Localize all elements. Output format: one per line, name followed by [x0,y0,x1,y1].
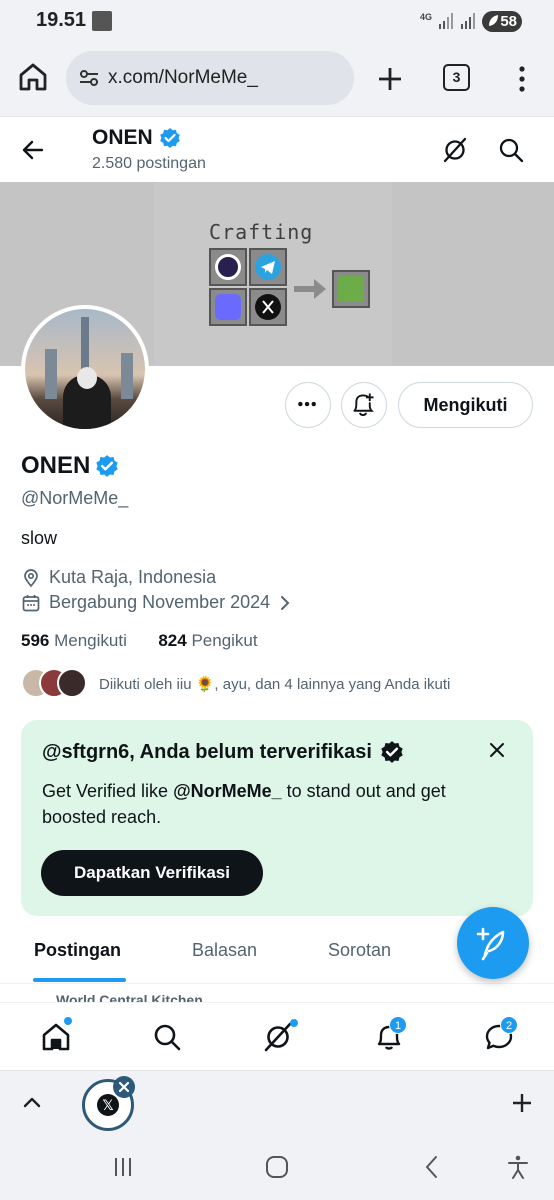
more-dots-icon [298,401,316,407]
verification-text-prefix: Get Verified like [42,781,174,801]
status-bar: 19.51 4G 58 [0,0,554,42]
battery-saver-icon [489,15,498,26]
header-name: ONEN [92,126,153,149]
chevron-right-icon [281,595,290,610]
following-button[interactable]: Mengikuti [398,382,533,428]
telegram-icon [255,254,281,280]
close-tab-button[interactable] [113,1076,135,1098]
grok-dot [290,1019,298,1027]
back-button-icon[interactable] [419,1154,445,1180]
compose-post-button[interactable] [457,907,529,979]
profile-bio: slow [21,528,58,548]
profile-handle: @NorMeMe_ [21,488,129,508]
add-tab-icon[interactable] [510,1091,534,1115]
verification-text-handle: @NorMeMe_ [173,781,282,801]
tab-replies[interactable]: Balasan [192,940,257,961]
following-link[interactable]: 596 Mengikuti [21,631,127,650]
followers-count: 824 [158,631,187,650]
active-tab-indicator [33,978,126,982]
bottom-navigation: 1 2 [0,1002,554,1070]
app-icon [215,294,241,320]
tab-highlights[interactable]: Sorotan [328,940,391,961]
crafting-arrow-icon [294,279,326,299]
address-bar[interactable]: x.com/NorMeMe_ [66,51,354,105]
network-type: 4G [420,12,433,22]
new-tab-icon[interactable] [375,64,405,94]
verification-title-text: @sftgrn6, Anda belum terverifikasi [42,740,372,763]
verified-badge-icon [96,455,119,477]
status-time: 19.51 [36,9,87,31]
profile-display-name: ONEN [21,452,91,479]
signal-icon [439,13,453,29]
signal-icon-2 [461,13,475,29]
chevron-up-icon[interactable] [22,1093,42,1113]
followers-label: Pengikut [191,631,258,650]
back-arrow-icon[interactable] [20,137,46,163]
avatar [57,668,87,698]
joined-text: Bergabung November 2024 [49,592,271,612]
home-unread-dot [64,1017,72,1025]
site-settings-icon[interactable] [78,69,100,87]
notification-icon [92,11,112,31]
followed-by-avatars[interactable] [21,668,87,698]
banner-crafting-title: Crafting [209,220,314,244]
crafting-slot [209,248,247,286]
purple-coin-icon [215,254,241,280]
location-pin-icon [24,568,38,587]
browser-tab-strip: 𝕏 [0,1070,554,1134]
url-text: x.com/NorMeMe_ [108,67,258,88]
system-navigation [0,1134,554,1200]
explore-search-icon[interactable] [151,1021,183,1053]
browser-toolbar: x.com/NorMeMe_ 3 [0,42,554,116]
crafting-slot [209,288,247,326]
verification-title: @sftgrn6, Anda belum terverifikasi [42,740,404,764]
more-menu-icon[interactable] [512,64,532,94]
x-logo-icon [255,294,281,320]
following-count: 596 [21,631,50,650]
verification-card: @sftgrn6, Anda belum terverifikasi Get V… [21,720,533,916]
get-verified-button[interactable]: Dapatkan Verifikasi [41,850,263,896]
verification-text: Get Verified like @NorMeMe_ to stand out… [42,778,502,830]
notify-button[interactable] [341,382,387,428]
profile-header: ONEN 2.580 postingan [0,116,554,182]
money-icon [338,276,364,302]
messages-badge: 2 [500,1016,518,1034]
tab-posts[interactable]: Postingan [34,940,121,961]
profile-joined[interactable]: Bergabung November 2024 [21,592,292,613]
follow-stats: 596 Mengikuti 824 Pengikut [21,631,258,651]
home-button-icon[interactable] [264,1154,290,1180]
tab-switcher-button[interactable]: 3 [443,64,470,91]
home-icon[interactable] [40,1021,72,1053]
feed-peek-text: World Central Kitchen [56,992,203,1002]
header-title: ONEN [92,126,181,150]
close-icon[interactable] [487,740,507,760]
grok-icon[interactable] [441,136,469,164]
close-icon [118,1081,130,1093]
verified-badge-icon [159,128,180,148]
accessibility-icon[interactable] [505,1154,531,1180]
followers-link[interactable]: 824 Pengikut [158,631,257,650]
search-icon[interactable] [497,136,525,164]
followed-by-text[interactable]: Diikuti oleh iiu 🌻, ayu, dan 4 lainnya y… [99,675,450,693]
crafting-slot [249,248,287,286]
profile-avatar[interactable] [21,305,149,433]
location-text: Kuta Raja, Indonesia [49,567,217,587]
calendar-icon [22,594,40,611]
battery-level: 58 [500,13,517,30]
more-options-button[interactable] [285,382,331,428]
notifications-badge: 1 [389,1016,407,1034]
battery-indicator: 58 [482,11,522,32]
compose-feather-icon [476,927,505,961]
grok-nav-icon[interactable] [262,1021,294,1053]
verified-badge-icon [381,741,403,763]
profile-name: ONEN [21,452,119,480]
crafting-slot [249,288,287,326]
bell-plus-icon [353,393,374,416]
post-count: 2.580 postingan [92,155,206,172]
browser-home-icon[interactable] [16,60,50,94]
crafting-result-slot [332,270,370,308]
profile-location: Kuta Raja, Indonesia [21,567,216,588]
following-label: Mengikuti [54,631,127,650]
recent-apps-icon[interactable] [110,1154,136,1180]
